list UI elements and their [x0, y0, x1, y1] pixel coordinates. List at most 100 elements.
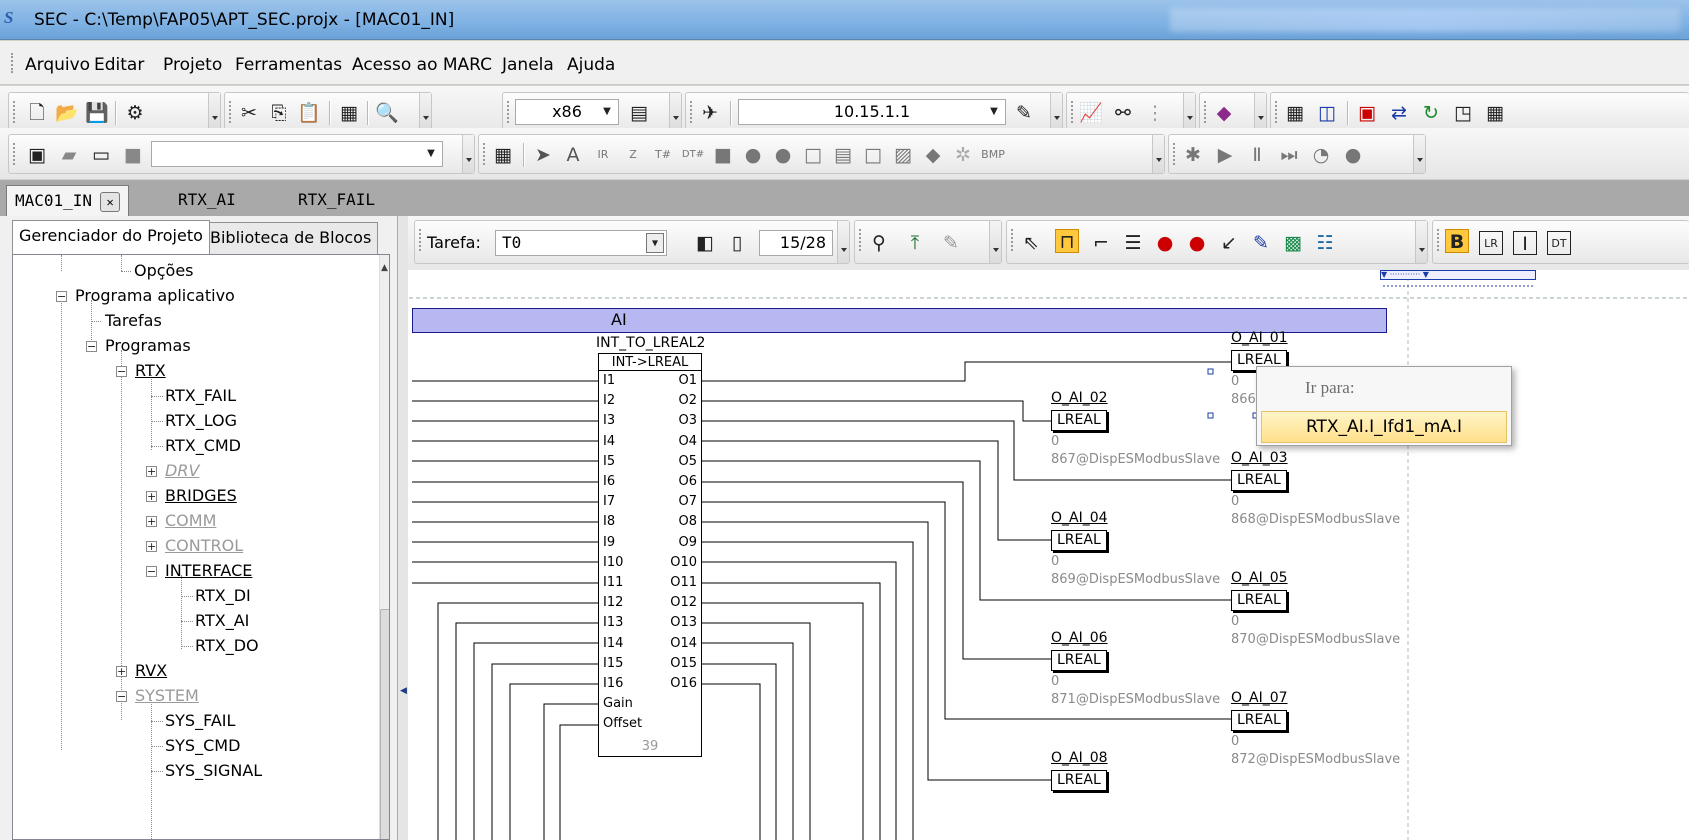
cut-icon[interactable]: ✂ — [237, 101, 261, 125]
block-output-pin[interactable]: O15 — [670, 654, 697, 674]
close-icon[interactable]: ✕ — [100, 191, 121, 212]
device-icon[interactable]: ▤ — [627, 101, 651, 125]
block-input-pin[interactable]: Gain — [603, 694, 642, 714]
binary-icon[interactable]: ⋮ — [1143, 101, 1167, 125]
block-input-pin[interactable]: I14 — [603, 634, 642, 654]
fbd-canvas[interactable]: AI INT_TO_LREAL2 INT->LREAL I1 I2 I3 I4 I5 I6… — [408, 270, 1689, 840]
picture-icon[interactable]: ▩ — [1281, 231, 1305, 255]
var-o-ai-02[interactable]: LREAL — [1051, 410, 1107, 431]
block-input-pin[interactable]: I13 — [603, 613, 642, 633]
expand-icon[interactable]: + — [146, 516, 157, 527]
find-icon[interactable]: 🔍 — [375, 101, 399, 125]
chart-add-icon[interactable]: ⤒ — [903, 231, 927, 255]
block-dt-icon[interactable]: DT — [1547, 231, 1571, 255]
block-output-pin[interactable]: O6 — [670, 472, 697, 492]
tree-item-comm[interactable]: COMM — [165, 511, 216, 531]
block-icon[interactable]: ▦ — [491, 143, 515, 167]
circle-icon[interactable]: ● — [741, 143, 765, 167]
expand-icon[interactable]: + — [116, 666, 127, 677]
block-output-pin[interactable]: O9 — [670, 533, 697, 553]
connect-tool-icon[interactable]: ⊓ — [1055, 229, 1079, 253]
tree-item-rtx-do[interactable]: RTX_DO — [195, 636, 259, 656]
platform-select[interactable]: x86 ▼ — [515, 99, 619, 125]
block-output-pin[interactable]: O2 — [670, 391, 697, 411]
task-select[interactable]: T0 ▼ — [495, 230, 667, 256]
t-hash-icon[interactable]: T# — [651, 143, 675, 167]
block-output-pin[interactable]: O8 — [670, 512, 697, 532]
menu-projeto[interactable]: Projeto — [163, 55, 222, 75]
block-input-pin[interactable]: I6 — [603, 472, 642, 492]
block-output-pin[interactable]: O7 — [670, 492, 697, 512]
collapse-icon[interactable]: − — [116, 691, 127, 702]
expand-icon[interactable]: + — [146, 466, 157, 477]
block-output-pin[interactable]: O4 — [670, 432, 697, 452]
block-output-pin[interactable]: O12 — [670, 593, 697, 613]
dt-icon[interactable]: DT# — [681, 143, 705, 167]
tree-scrollbar[interactable]: ▲ — [379, 255, 389, 839]
tree-item-rtx-log[interactable]: RTX_LOG — [165, 411, 237, 431]
var-o-ai-06[interactable]: LREAL — [1051, 650, 1107, 671]
var-o-ai-07[interactable]: LREAL — [1231, 710, 1287, 731]
pause-icon[interactable]: Ⅱ — [1245, 143, 1269, 167]
block-input-pin[interactable]: I3 — [603, 411, 642, 431]
menu-editar[interactable]: Editar — [94, 55, 144, 75]
block-output-pin[interactable]: O11 — [670, 573, 697, 593]
collapse-icon[interactable]: − — [56, 291, 67, 302]
rectangle-icon[interactable]: □ — [801, 143, 825, 167]
menu-arquivo[interactable]: Arquivo — [25, 55, 90, 75]
tree-item-sys-signal[interactable]: SYS_SIGNAL — [165, 761, 262, 781]
bmp-icon[interactable]: BMP — [981, 143, 1005, 167]
tree-item-rtx-di[interactable]: RTX_DI — [195, 586, 251, 606]
select-pointer-icon[interactable]: ⇖ — [1019, 231, 1043, 255]
z-icon[interactable]: Z — [621, 143, 645, 167]
block-output-pin[interactable]: O10 — [670, 553, 697, 573]
copy-icon[interactable]: ⎘ — [267, 101, 291, 125]
pointer-icon[interactable]: ➤ — [531, 143, 555, 167]
tree-item-rtx-cmd[interactable]: RTX_CMD — [165, 436, 241, 456]
block-input-pin[interactable]: I5 — [603, 452, 642, 472]
ir-icon[interactable]: IR — [591, 143, 615, 167]
block-input-pin[interactable]: I9 — [603, 533, 642, 553]
tree-item-rvx[interactable]: RVX — [135, 661, 167, 681]
block-output-pin[interactable]: O13 — [670, 613, 697, 633]
block-output-pin[interactable]: O1 — [670, 371, 697, 391]
tree-item-sys-fail[interactable]: SYS_FAIL — [165, 711, 235, 731]
tree-item-programas[interactable]: Programas — [105, 336, 191, 356]
toolbar-overflow[interactable] — [208, 93, 220, 131]
cascade-icon[interactable]: ▰ — [57, 143, 81, 167]
gear-icon[interactable]: ✲ — [951, 143, 975, 167]
block-input-pin[interactable]: I2 — [603, 391, 642, 411]
scroll-up-icon[interactable]: ▲ — [381, 263, 388, 273]
maximize-icon[interactable]: ■ — [121, 143, 145, 167]
dat-icon[interactable]: ◫ — [1315, 101, 1339, 125]
stop-icon[interactable]: ● — [1341, 143, 1365, 167]
square-icon[interactable]: ■ — [711, 143, 735, 167]
menu-acesso-marc[interactable]: Acesso ao MARC — [352, 55, 492, 75]
block-input-pin[interactable]: I8 — [603, 512, 642, 532]
page-icon[interactable]: ▯ — [725, 231, 749, 255]
line-icon[interactable]: ↙ — [1217, 231, 1241, 255]
block-input-pin[interactable]: I10 — [603, 553, 642, 573]
popup-goto-item[interactable]: RTX_AI.I_Ifd1_mA.I — [1261, 411, 1507, 443]
block-output-pin[interactable]: O5 — [670, 452, 697, 472]
block-b-icon[interactable]: B — [1445, 229, 1469, 253]
text-icon[interactable]: A — [561, 143, 585, 167]
block-output-pin[interactable]: O3 — [670, 411, 697, 431]
graph-icon[interactable]: ◳ — [1451, 101, 1475, 125]
var-o-ai-08[interactable]: LREAL — [1051, 770, 1107, 791]
block-input-pin[interactable]: I11 — [603, 573, 642, 593]
tree-item-rtx[interactable]: RTX — [135, 361, 166, 381]
edit-connection-icon[interactable]: ✎ — [1012, 101, 1036, 125]
trend-icon[interactable]: 📈 — [1079, 101, 1103, 125]
tree-item-interface[interactable]: INTERFACE — [165, 561, 252, 581]
tree-item-tarefas[interactable]: Tarefas — [105, 311, 162, 331]
edit-icon[interactable]: ✎ — [1249, 231, 1273, 255]
exe-bin-icon[interactable]: ▣ — [1355, 101, 1379, 125]
shape-icon[interactable]: ◆ — [921, 143, 945, 167]
tree-item-drv[interactable]: DRV — [165, 461, 199, 481]
table-icon[interactable]: ▤ — [831, 143, 855, 167]
play-icon[interactable]: ▶ — [1213, 143, 1237, 167]
scroll-thumb[interactable] — [380, 609, 389, 839]
pen-icon[interactable]: ✎ — [939, 231, 963, 255]
block-output-pin[interactable]: O14 — [670, 634, 697, 654]
